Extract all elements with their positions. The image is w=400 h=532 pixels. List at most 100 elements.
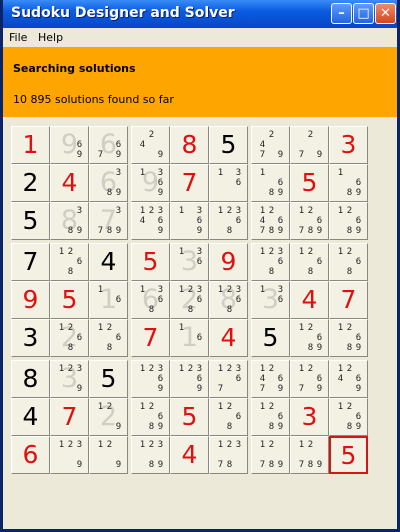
sudoku-cell[interactable]: 4 (290, 281, 329, 319)
sudoku-cell[interactable]: 212368 (170, 281, 209, 319)
sudoku-cell[interactable]: 1268 (89, 319, 128, 357)
sudoku-cell[interactable]: 7 (50, 398, 89, 436)
sudoku-cell[interactable]: 116 (170, 319, 209, 357)
candidate-digit: 8 (148, 422, 155, 432)
sudoku-cell[interactable]: 116 (89, 281, 128, 319)
sudoku-cell[interactable]: 12368 (209, 202, 248, 240)
sudoku-cell[interactable]: 124 6 789 (251, 202, 290, 240)
sudoku-cell[interactable]: 8 (11, 360, 50, 398)
sudoku-cell[interactable]: 1268 (329, 243, 368, 281)
sudoku-cell[interactable]: 24 9 (131, 126, 170, 164)
sudoku-cell[interactable]: 66 7 9 (89, 126, 128, 164)
sudoku-cell[interactable]: 5 (131, 243, 170, 281)
sudoku-cell[interactable]: 3 (329, 126, 368, 164)
sudoku-cell[interactable]: 12369 (131, 360, 170, 398)
sudoku-cell[interactable]: 124 69 (329, 360, 368, 398)
candidate-digit (306, 257, 315, 267)
sudoku-cell[interactable]: 12689 (329, 202, 368, 240)
sudoku-cell[interactable]: 5 (251, 319, 290, 357)
candidate-digit: 9 (157, 460, 164, 470)
candidate-digit: 6 (196, 257, 203, 267)
sudoku-cell[interactable]: 5 (11, 202, 50, 240)
sudoku-cell[interactable]: 4 (170, 436, 209, 474)
sudoku-cell[interactable]: 4 (11, 398, 50, 436)
sudoku-cell[interactable]: 12689 (290, 319, 329, 357)
sudoku-cell[interactable]: 5 (50, 281, 89, 319)
sudoku-cell[interactable]: 1 369 (170, 202, 209, 240)
sudoku-cell[interactable]: 2 (11, 164, 50, 202)
sudoku-cell[interactable]: 1689 (329, 164, 368, 202)
sudoku-cell[interactable]: 21268 (50, 319, 89, 357)
sudoku-cell[interactable]: 1268 (290, 243, 329, 281)
candidate-digit (66, 374, 75, 384)
title-bar[interactable]: Sudoku Designer and Solver – □ ✕ (3, 0, 397, 28)
sudoku-cell[interactable]: 5 (329, 436, 368, 474)
sudoku-cell[interactable]: 1268 (50, 243, 89, 281)
sudoku-cell[interactable]: 2129 (89, 398, 128, 436)
sudoku-cell[interactable]: 27 9 (290, 126, 329, 164)
sudoku-cell[interactable]: 12689 (251, 398, 290, 436)
sudoku-cell[interactable]: 4 (209, 319, 248, 357)
candidate-digit (234, 305, 243, 315)
sudoku-cell[interactable]: 123 9 (50, 436, 89, 474)
sudoku-cell[interactable]: 5 (209, 126, 248, 164)
sudoku-cell[interactable]: 7 (131, 319, 170, 357)
sudoku-cell[interactable]: 5 (170, 398, 209, 436)
sudoku-cell[interactable]: 4 (50, 164, 89, 202)
candidate-digit: 2 (268, 247, 275, 257)
sudoku-cell[interactable]: 61 368 (131, 281, 170, 319)
sudoku-cell[interactable]: 12689 (329, 398, 368, 436)
sudoku-cell[interactable]: 126 789 (290, 202, 329, 240)
sudoku-cell[interactable]: 129 (89, 436, 128, 474)
sudoku-cell[interactable]: 12368 (251, 243, 290, 281)
maximize-button[interactable]: □ (353, 3, 374, 24)
sudoku-cell[interactable]: 7 (170, 164, 209, 202)
sudoku-cell[interactable]: 12689 (131, 398, 170, 436)
sudoku-cell[interactable]: 123 4 69 (131, 202, 170, 240)
sudoku-cell[interactable]: 31 36 (251, 281, 290, 319)
sudoku-cell[interactable]: 4 (89, 243, 128, 281)
sudoku-cell[interactable]: 6 (11, 436, 50, 474)
sudoku-cell[interactable]: 1236 7 (209, 360, 248, 398)
sudoku-cell[interactable]: 1 (11, 126, 50, 164)
sudoku-cell[interactable]: 1268 (209, 398, 248, 436)
candidate-digit (315, 440, 324, 450)
sudoku-cell[interactable]: 12689 (329, 319, 368, 357)
close-button[interactable]: ✕ (375, 3, 396, 24)
sudoku-cell[interactable]: 5 (89, 360, 128, 398)
sudoku-cell[interactable]: 123 78 (209, 436, 248, 474)
sudoku-cell[interactable]: 12789 (290, 436, 329, 474)
sudoku-cell[interactable]: 12369 (170, 360, 209, 398)
sudoku-cell[interactable]: 3 (11, 319, 50, 357)
sudoku-cell[interactable]: 126 7 9 (290, 360, 329, 398)
cell-value: 4 (22, 402, 39, 431)
sudoku-cell[interactable]: 91 369 (131, 164, 170, 202)
sudoku-cell[interactable]: 8389 (50, 202, 89, 240)
candidate-digit (216, 374, 225, 384)
menu-help[interactable]: Help (38, 31, 63, 44)
sudoku-cell[interactable]: 812368 (209, 281, 248, 319)
sudoku-cell[interactable]: 124 6 7 9 (251, 360, 290, 398)
sudoku-cell[interactable]: 9 (11, 281, 50, 319)
sudoku-cell[interactable]: 3 (290, 398, 329, 436)
sudoku-cell[interactable]: 9 (209, 243, 248, 281)
candidate-digit: 2 (268, 206, 275, 216)
sudoku-cell[interactable]: 3123 9 (50, 360, 89, 398)
candidate-digit (267, 285, 276, 295)
sudoku-cell[interactable]: 73 789 (89, 202, 128, 240)
sudoku-cell[interactable]: 247 9 (251, 126, 290, 164)
sudoku-cell[interactable]: 12789 (251, 436, 290, 474)
menu-file[interactable]: File (9, 31, 27, 44)
sudoku-cell[interactable]: 6389 (89, 164, 128, 202)
sudoku-cell[interactable]: 12389 (131, 436, 170, 474)
sudoku-cell[interactable]: 1 36 (209, 164, 248, 202)
sudoku-cell[interactable]: 1689 (251, 164, 290, 202)
sudoku-cell[interactable]: 7 (329, 281, 368, 319)
sudoku-cell[interactable]: 5 (290, 164, 329, 202)
sudoku-cell[interactable]: 969 (50, 126, 89, 164)
minimize-button[interactable]: – (331, 3, 352, 24)
sudoku-cell[interactable]: 7 (11, 243, 50, 281)
candidate-digit: 2 (187, 285, 194, 295)
sudoku-cell[interactable]: 8 (170, 126, 209, 164)
sudoku-cell[interactable]: 31 36 (170, 243, 209, 281)
